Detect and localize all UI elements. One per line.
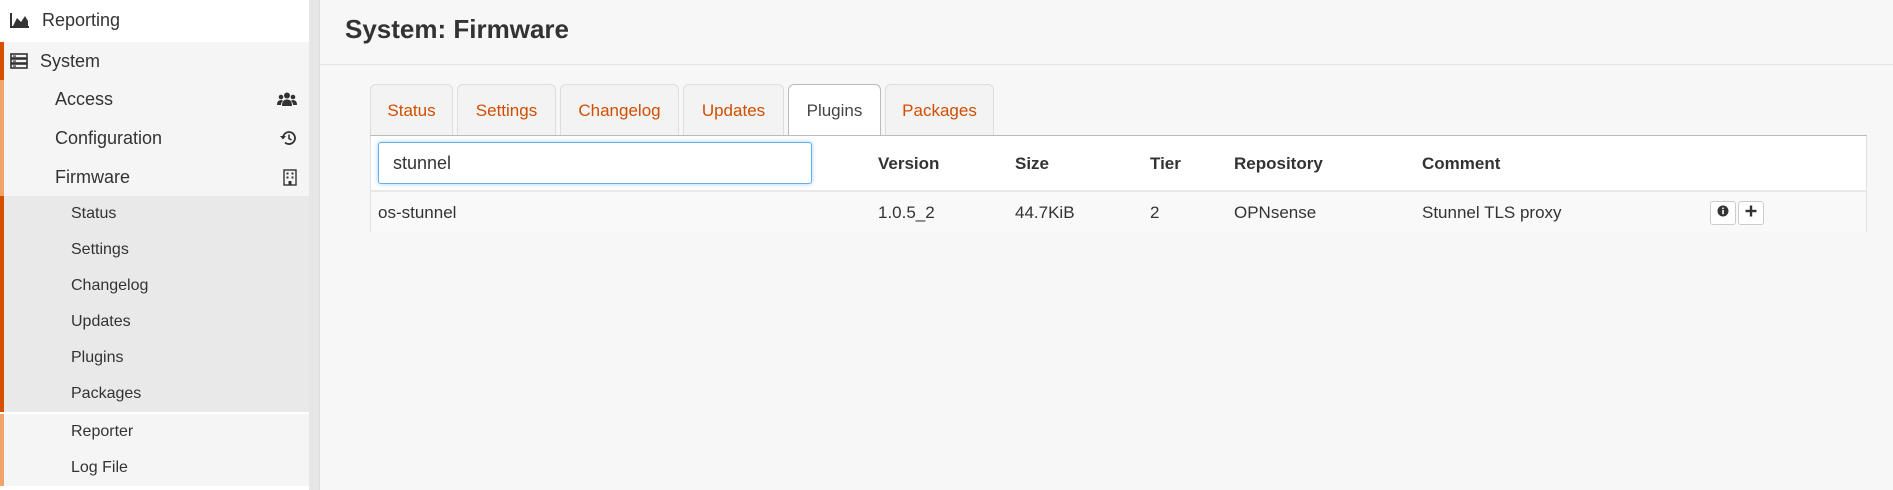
sidebar-item-label: Firmware xyxy=(55,167,130,187)
column-header-repository[interactable]: Repository xyxy=(1234,154,1323,174)
sidebar-item-reporter[interactable]: Reporter xyxy=(0,414,309,450)
sidebar-item-system[interactable]: System xyxy=(0,42,309,80)
cell-tier: 2 xyxy=(1150,203,1160,222)
sidebar-item-label: Plugins xyxy=(71,349,124,366)
sidebar-item-label: Status xyxy=(71,205,117,222)
sidebar-item-label: System xyxy=(40,51,101,71)
main-content: System: Firmware Status Settings Changel… xyxy=(320,0,1893,490)
info-icon xyxy=(1717,204,1729,222)
cell-version: 1.0.5_2 xyxy=(878,203,935,222)
tab-updates[interactable]: Updates xyxy=(683,84,784,136)
tab-packages[interactable]: Packages xyxy=(885,84,994,136)
column-header-comment[interactable]: Comment xyxy=(1422,154,1500,174)
sidebar-item-changelog[interactable]: Changelog xyxy=(0,268,309,304)
sidebar-item-label: Configuration xyxy=(55,128,163,148)
column-header-tier[interactable]: Tier xyxy=(1150,154,1181,174)
sidebar-item-updates[interactable]: Updates xyxy=(0,304,309,340)
sidebar-scrollbar[interactable] xyxy=(309,0,320,490)
search-input[interactable] xyxy=(378,142,812,184)
sidebar-item-label: Updates xyxy=(71,313,131,330)
info-button[interactable] xyxy=(1710,201,1736,225)
sidebar-item-label: Log File xyxy=(71,459,128,476)
page-title: System: Firmware xyxy=(345,14,569,44)
tab-settings[interactable]: Settings xyxy=(457,84,556,136)
cell-comment: Stunnel TLS proxy xyxy=(1422,203,1562,222)
tab-changelog[interactable]: Changelog xyxy=(560,84,679,136)
sidebar-item-access[interactable]: Access xyxy=(0,80,309,119)
sidebar-item-label: Reporting xyxy=(42,10,121,30)
building-icon xyxy=(283,169,297,191)
plugins-table: Version Size Tier Repository Comment os-… xyxy=(370,136,1867,232)
sidebar-item-label: Changelog xyxy=(71,277,149,294)
sidebar-item-label: Settings xyxy=(71,241,129,258)
sidebar-item-label: Reporter xyxy=(71,423,134,440)
plus-icon xyxy=(1745,204,1757,222)
tab-status[interactable]: Status xyxy=(370,84,453,136)
cell-size: 44.7KiB xyxy=(1015,203,1075,222)
sidebar-item-plugins[interactable]: Plugins xyxy=(0,340,309,376)
page-header: System: Firmware xyxy=(320,0,1893,65)
history-icon xyxy=(279,130,297,151)
area-chart-icon xyxy=(10,12,30,33)
table-row[interactable]: os-stunnel 1.0.5_2 44.7KiB 2 OPNsense St… xyxy=(371,191,1866,232)
users-icon xyxy=(277,91,297,112)
sidebar-item-packages[interactable]: Packages xyxy=(0,376,309,412)
column-header-version[interactable]: Version xyxy=(878,154,939,174)
sidebar-item-configuration[interactable]: Configuration xyxy=(0,119,309,158)
sidebar-item-reporting[interactable]: Reporting xyxy=(0,0,309,41)
tab-plugins[interactable]: Plugins xyxy=(788,84,881,137)
sidebar-item-firmware[interactable]: Firmware xyxy=(0,158,309,196)
cell-repository: OPNsense xyxy=(1234,203,1317,222)
sidebar-item-log-file[interactable]: Log File xyxy=(0,450,309,486)
column-header-size[interactable]: Size xyxy=(1015,154,1049,174)
cell-name: os-stunnel xyxy=(378,203,457,222)
sidebar-item-settings[interactable]: Settings xyxy=(0,232,309,268)
sidebar: Reporting System Access Configuration Fi… xyxy=(0,0,309,490)
server-icon xyxy=(10,53,28,74)
sidebar-item-status[interactable]: Status xyxy=(0,196,309,232)
sidebar-item-label: Packages xyxy=(71,385,142,402)
sidebar-item-label: Access xyxy=(55,89,114,109)
install-button[interactable] xyxy=(1738,201,1764,225)
